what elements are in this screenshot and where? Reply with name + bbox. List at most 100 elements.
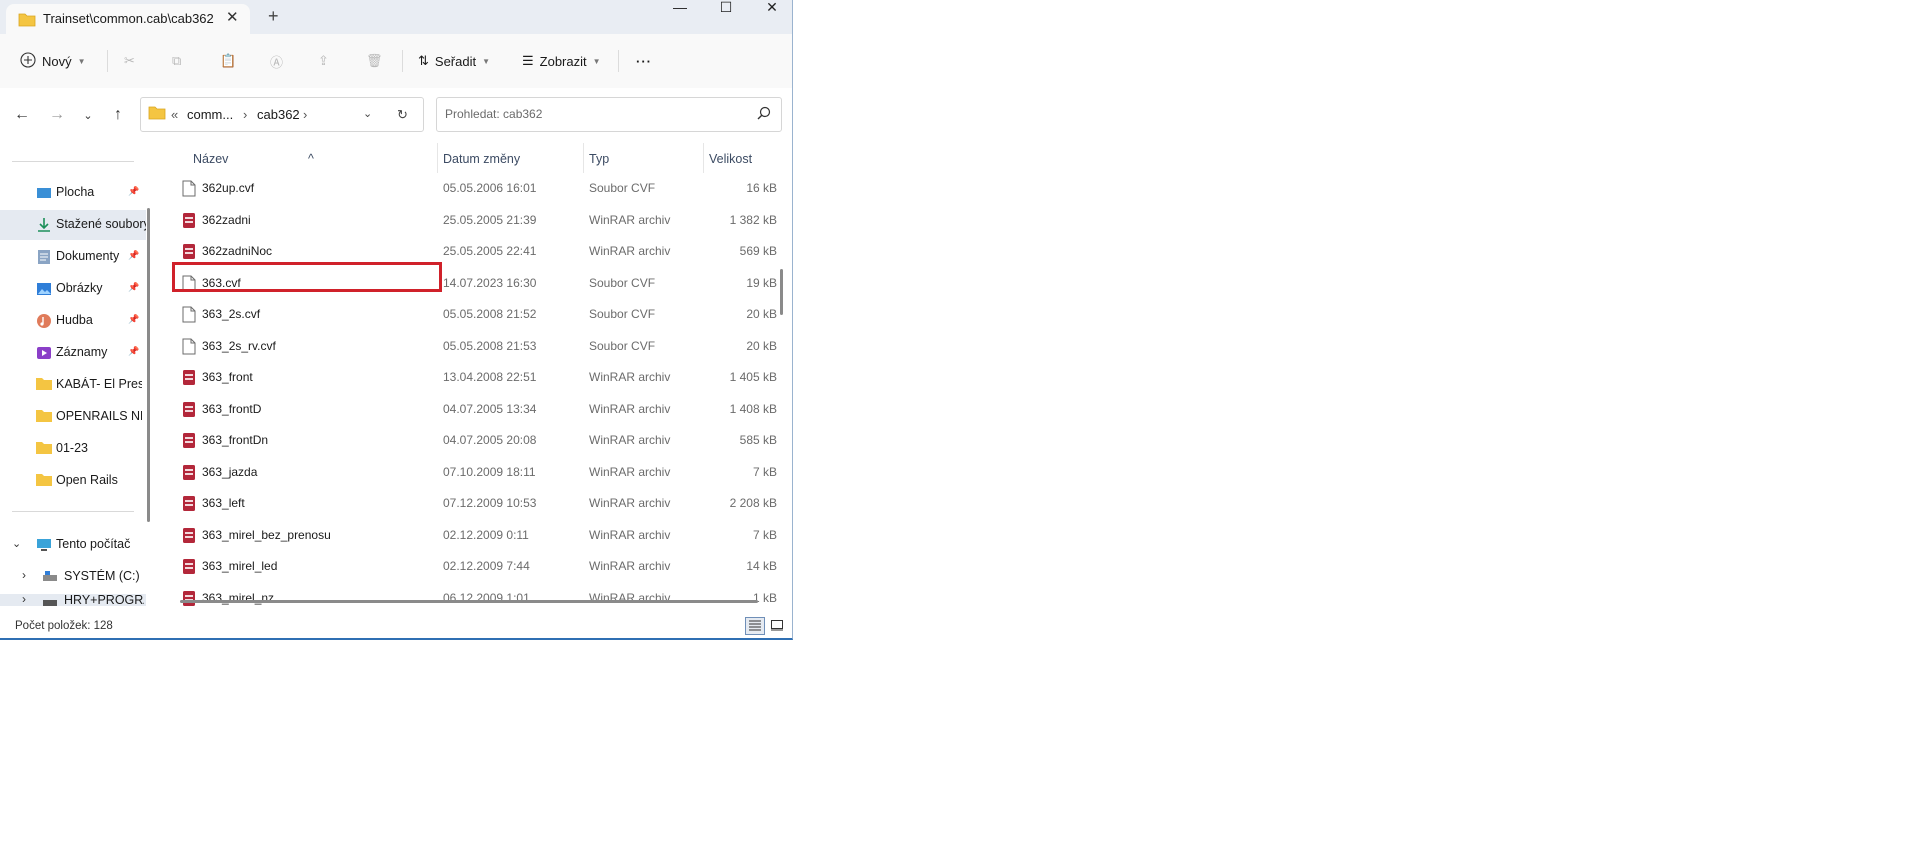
chevron-right-icon[interactable]: › [22,594,26,606]
column-divider[interactable] [583,143,584,173]
tab-cab362[interactable]: Trainset\common.cab\cab362 ✕ [6,4,250,34]
file-row[interactable]: 363_frontDn 04.07.2005 20:08 WinRAR archiv… [160,425,782,456]
sidebar-item-openrails-nej[interactable]: OPENRAILS NEJ [0,402,146,432]
file-row[interactable]: 363_left 07.12.2009 10:53 WinRAR archiv 2 2… [160,488,782,519]
maximize-button[interactable]: ☐ [703,0,749,30]
column-header-size[interactable]: Velikost [709,152,752,166]
file-row[interactable]: 363_frontD 04.07.2005 13:34 WinRAR archiv 1… [160,394,782,425]
sidebar-divider [12,511,134,512]
sort-ascending-icon: ^ [308,152,314,166]
breadcrumb-overflow[interactable]: « [171,107,178,122]
up-button[interactable]: ↑ [108,106,128,124]
sidebar-item-dokumenty[interactable]: Dokumenty 📌 [0,242,146,272]
copy-button[interactable]: ⧉ [172,48,181,74]
column-divider[interactable] [703,143,704,173]
file-row[interactable]: 362zadni 25.05.2005 21:39 WinRAR archiv 1 3… [160,205,782,236]
sort-button[interactable]: ⇅ Seřadit ▼ [418,48,490,74]
sidebar-item-stazene-soubory[interactable]: Stažené soubory [0,210,146,240]
paste-button[interactable]: 📋 [220,48,236,74]
file-name: 363_front [202,370,253,384]
file-row[interactable]: 363_jazda 07.10.2009 18:11 WinRAR archiv 7 … [160,457,782,488]
sidebar-item-kabat[interactable]: KABÁT- El Presic [0,370,146,400]
delete-button[interactable]: 🗑 [366,48,383,74]
file-explorer-window: Trainset\common.cab\cab362 ✕ + — ☐ ✕ Nov… [0,0,793,640]
new-button[interactable]: Nový ▼ [20,48,86,74]
sidebar-item-open-rails[interactable]: Open Rails [0,466,146,496]
chevron-right-icon: › [303,107,308,122]
file-name: 363_left [202,496,245,510]
desktop-icon [36,185,52,201]
breadcrumb-item[interactable]: cab362 [257,107,300,122]
breadcrumb-item[interactable]: comm... [187,107,233,122]
sidebar-item-hudba[interactable]: Hudba 📌 [0,306,146,336]
file-row[interactable]: 363_front 13.04.2008 22:51 WinRAR archiv 1 … [160,362,782,393]
videos-icon [36,345,52,361]
details-view-button[interactable] [745,617,765,635]
address-bar[interactable]: « comm... › cab362 › ⌄ ↻ [140,97,424,132]
tab-close-icon[interactable]: ✕ [226,8,239,26]
view-button[interactable]: ☰ Zobrazit ▼ [522,48,601,74]
column-header-date[interactable]: Datum změny [443,152,520,166]
rename-button[interactable]: Ⓐ [270,48,283,74]
sidebar-item-system-c[interactable]: › SYSTÉM (C:) [0,562,146,592]
sidebar-scrollbar[interactable] [147,208,150,522]
forward-button[interactable]: → [47,106,67,124]
file-date: 04.07.2005 13:34 [443,401,537,416]
file-name: 363_frontD [202,401,262,416]
file-type: WinRAR archiv [589,559,671,573]
vertical-scrollbar[interactable] [780,269,783,315]
column-header-type[interactable]: Typ [589,152,609,166]
search-box[interactable]: Prohledat: cab362 [436,97,782,132]
column-header-name[interactable]: Název [193,152,228,166]
chevron-right-icon[interactable]: › [22,568,26,582]
file-size: 1 405 kB [729,370,777,384]
search-icon[interactable] [757,106,771,123]
file-name: 363_mirel_bez_prenosu [202,527,331,542]
file-icon [182,338,196,355]
file-size: 1 408 kB [729,401,777,416]
pin-icon: 📌 [128,282,140,292]
new-tab-button[interactable]: + [268,6,279,27]
drive-icon [42,596,58,606]
computer-icon [36,537,52,553]
file-row[interactable]: 363_2s_rv.cvf 05.05.2008 21:53 Soubor CVF 2… [160,331,782,362]
view-button-label: Zobrazit [539,53,587,69]
file-row[interactable]: 362up.cvf 05.05.2006 16:01 Soubor CVF 16 kB [160,173,782,204]
file-size: 20 kB [746,307,777,321]
file-row[interactable]: 363_mirel_led 02.12.2009 7:44 WinRAR archi… [160,551,782,582]
new-button-label: Nový [42,53,72,69]
winrar-icon [182,590,196,607]
sidebar-item-tento-pocitac[interactable]: ⌄ Tento počítač [0,530,146,560]
scissors-icon: ✂ [124,53,135,68]
file-row[interactable]: 363_mirel_bez_prenosu 02.12.2009 0:11 WinR… [160,520,782,551]
horizontal-scrollbar[interactable] [180,600,758,603]
sidebar-item-hry-programy[interactable]: › HRY+PROGRA [0,594,146,606]
file-row[interactable]: 363_2s.cvf 05.05.2008 21:52 Soubor CVF 20 k… [160,299,782,330]
recent-locations-button[interactable]: ⌄ [78,109,98,122]
tiles-view-button[interactable] [767,617,787,635]
share-button[interactable]: ⇪ [318,48,329,74]
winrar-icon [182,558,196,575]
refresh-icon[interactable]: ↻ [397,107,408,123]
minimize-button[interactable]: — [657,0,703,30]
sidebar-item-plocha[interactable]: Plocha 📌 [0,178,146,208]
more-options-button[interactable]: ··· [636,48,652,74]
close-window-button[interactable]: ✕ [749,0,792,30]
music-icon [36,313,52,329]
sidebar-item-01-23[interactable]: 01-23 [0,434,146,464]
file-icon [182,306,196,323]
address-dropdown-icon[interactable]: ⌄ [363,107,372,120]
pin-icon: 📌 [128,250,140,260]
search-input[interactable]: Prohledat: cab362 [445,107,542,121]
chevron-down-icon[interactable]: ⌄ [12,537,21,550]
sidebar-item-obrazky[interactable]: Obrázky 📌 [0,274,146,304]
file-row[interactable]: 363_mirel_nz 06.12.2009 1:01 WinRAR archiv… [160,583,782,614]
sort-icon: ⇅ [418,53,429,68]
pin-icon: 📌 [128,346,140,356]
sidebar-item-zaznamy[interactable]: Záznamy 📌 [0,338,146,368]
column-divider[interactable] [437,143,438,173]
file-size: 19 kB [746,275,777,290]
winrar-icon [182,243,196,260]
cut-button[interactable]: ✂ [124,48,135,74]
back-button[interactable]: ← [12,106,32,124]
